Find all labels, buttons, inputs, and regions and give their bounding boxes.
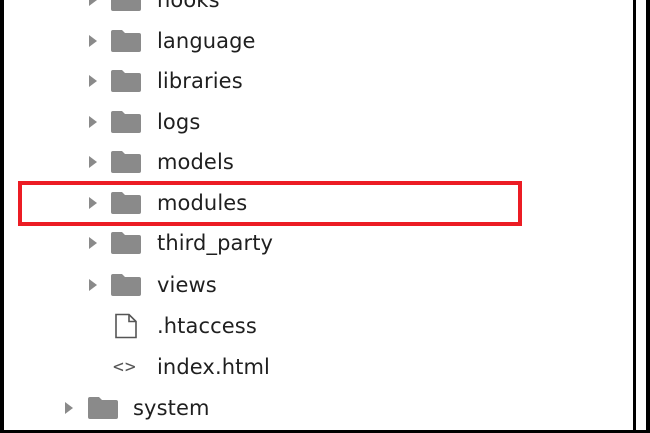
folder-icon — [111, 111, 141, 133]
folder-icon — [111, 192, 141, 214]
chevron-right-icon[interactable] — [89, 35, 97, 47]
tree-item-modules[interactable]: modules — [4, 183, 634, 223]
tree-item-label: libraries — [157, 69, 243, 93]
panel-divider — [633, 0, 636, 433]
chevron-right-icon[interactable] — [89, 0, 97, 6]
folder-icon — [111, 30, 141, 52]
tree-item-label: logs — [157, 110, 201, 134]
chevron-right-icon[interactable] — [89, 75, 97, 87]
tree-item-htaccess[interactable]: .htaccess — [4, 306, 634, 346]
chevron-right-icon[interactable] — [89, 156, 97, 168]
tree-item-hooks[interactable]: hooks — [4, 0, 634, 20]
folder-icon — [111, 151, 141, 173]
tree-item-label: views — [157, 273, 217, 297]
tree-item-label: index.html — [157, 355, 270, 379]
tree-item-label: system — [133, 396, 210, 420]
folder-icon — [111, 274, 141, 296]
folder-icon — [111, 70, 141, 92]
folder-icon — [111, 232, 141, 254]
folder-icon — [111, 0, 141, 11]
file-tree: hooks language libraries logs models mod… — [4, 0, 634, 430]
chevron-right-icon[interactable] — [65, 402, 73, 414]
tree-item-label: language — [157, 29, 256, 53]
file-explorer-panel: hooks language libraries logs models mod… — [0, 0, 650, 433]
tree-item-label: .htaccess — [157, 314, 257, 338]
file-icon — [115, 313, 137, 339]
tree-item-system[interactable]: system — [4, 388, 634, 428]
chevron-right-icon[interactable] — [89, 197, 97, 209]
chevron-right-icon[interactable] — [89, 237, 97, 249]
tree-item-third-party[interactable]: third_party — [4, 223, 634, 263]
chevron-right-icon[interactable] — [89, 279, 97, 291]
folder-icon — [88, 397, 118, 419]
tree-item-label: third_party — [157, 231, 274, 255]
tree-item-models[interactable]: models — [4, 142, 634, 182]
tree-item-libraries[interactable]: libraries — [4, 61, 634, 101]
tree-item-label: models — [157, 150, 234, 174]
chevron-right-icon[interactable] — [89, 116, 97, 128]
tree-item-index-html[interactable]: <> index.html — [4, 347, 634, 387]
tree-item-language[interactable]: language — [4, 21, 634, 61]
tree-item-label: modules — [157, 191, 248, 215]
code-icon: <> — [113, 356, 137, 378]
tree-item-logs[interactable]: logs — [4, 102, 634, 142]
tree-item-views[interactable]: views — [4, 265, 634, 305]
tree-item-label: hooks — [157, 0, 220, 12]
